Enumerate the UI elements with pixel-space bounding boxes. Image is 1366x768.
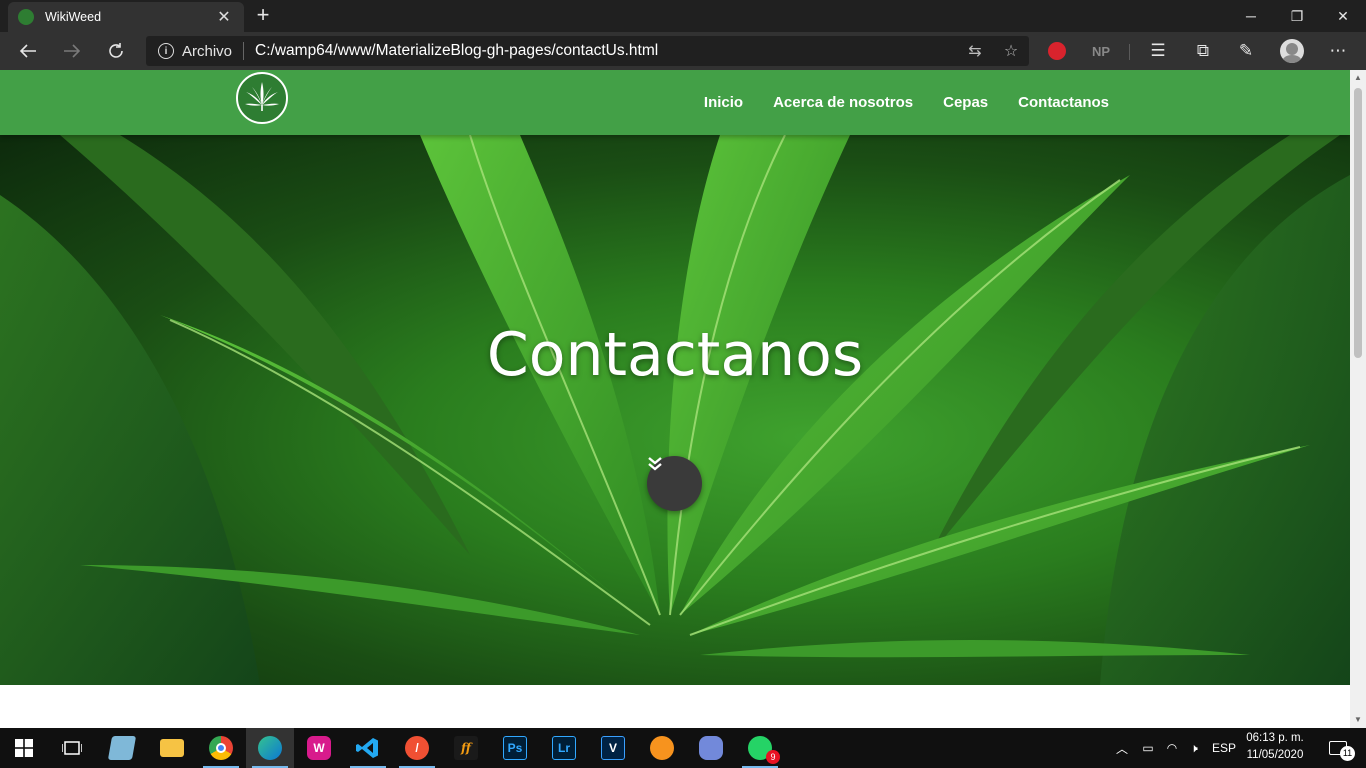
page-scrollbar[interactable]: ▲ ▼ bbox=[1350, 70, 1366, 728]
browser-toolbar: i Archivo C:/wamp64/www/MaterializeBlog-… bbox=[0, 32, 1366, 70]
window-close-button[interactable]: ✕ bbox=[1320, 0, 1366, 32]
fl-studio-icon[interactable] bbox=[638, 728, 686, 768]
chrome-icon[interactable] bbox=[197, 728, 245, 768]
wamp-icon[interactable]: W bbox=[295, 728, 343, 768]
minimize-button[interactable]: ─ bbox=[1228, 0, 1274, 32]
start-icon[interactable] bbox=[0, 728, 48, 768]
favorite-star-icon[interactable]: ☆ bbox=[993, 41, 1029, 61]
site-menu: Inicio Acerca de nosotros Cepas Contacta… bbox=[674, 70, 1109, 135]
scroll-down-button[interactable] bbox=[647, 456, 702, 511]
volume-muted-icon[interactable]: 🕨 bbox=[1184, 728, 1204, 768]
np-extension-icon[interactable]: NP bbox=[1086, 36, 1116, 66]
edge-icon[interactable] bbox=[246, 728, 294, 768]
whatsapp-badge: 9 bbox=[766, 750, 780, 764]
notifications-count: 11 bbox=[1340, 746, 1355, 761]
translate-icon[interactable]: ⇆ bbox=[957, 41, 993, 61]
refresh-icon[interactable] bbox=[101, 36, 131, 66]
browser-tab-active[interactable]: WikiWeed ✕ bbox=[8, 2, 244, 32]
restore-button[interactable]: ❐ bbox=[1274, 0, 1320, 32]
system-clock[interactable]: 06:13 p. m. 11/05/2020 bbox=[1240, 730, 1310, 764]
site-logo-icon[interactable] bbox=[236, 72, 288, 124]
wifi-icon[interactable]: ◠ bbox=[1162, 728, 1182, 768]
site-info-icon[interactable]: i bbox=[158, 43, 174, 59]
clock-time: 06:13 p. m. bbox=[1246, 732, 1304, 744]
new-tab-button[interactable]: + bbox=[252, 4, 274, 28]
photoshop-icon[interactable]: Ps bbox=[491, 728, 539, 768]
hero-banner: Contactanos bbox=[0, 135, 1350, 685]
whatsapp-icon[interactable]: 9 bbox=[736, 728, 784, 768]
file-explorer-icon[interactable] bbox=[148, 728, 196, 768]
tab-close-icon[interactable]: ✕ bbox=[214, 7, 234, 27]
hero-leaf-image bbox=[0, 135, 1350, 685]
windows-taskbar: W / ff Ps Lr V 9 ︿ ▭ ◠ 🕨 ESP 06:13 p. m.… bbox=[0, 728, 1366, 768]
adblock-extension-icon[interactable] bbox=[1042, 36, 1072, 66]
nav-link-cepas[interactable]: Cepas bbox=[943, 94, 988, 111]
nav-link-inicio[interactable]: Inicio bbox=[704, 94, 743, 111]
notifications-icon[interactable]: 11 bbox=[1318, 728, 1358, 768]
clock-date: 11/05/2020 bbox=[1246, 749, 1304, 761]
double-chevron-down-icon bbox=[648, 457, 662, 471]
profile-avatar[interactable] bbox=[1277, 36, 1307, 66]
address-bar[interactable]: i Archivo C:/wamp64/www/MaterializeBlog-… bbox=[146, 36, 1029, 66]
nav-link-contactanos[interactable]: Contactanos bbox=[1018, 94, 1109, 111]
hero-title: Contactanos bbox=[486, 320, 864, 390]
git-icon[interactable]: / bbox=[393, 728, 441, 768]
url-input[interactable]: C:/wamp64/www/MaterializeBlog-gh-pages/c… bbox=[255, 42, 957, 60]
back-arrow-icon[interactable] bbox=[13, 36, 43, 66]
task-view-icon[interactable] bbox=[48, 728, 96, 768]
toolbar-divider bbox=[1129, 44, 1130, 60]
web-page: Inicio Acerca de nosotros Cepas Contacta… bbox=[0, 70, 1350, 728]
vegas-icon[interactable]: V bbox=[589, 728, 637, 768]
scrollbar-thumb[interactable] bbox=[1354, 88, 1362, 358]
fontforge-icon[interactable]: ff bbox=[442, 728, 490, 768]
favorites-icon[interactable]: ☰ bbox=[1143, 36, 1173, 66]
language-indicator[interactable]: ESP bbox=[1210, 728, 1238, 768]
scroll-up-arrow-icon[interactable]: ▲ bbox=[1350, 70, 1366, 86]
vscode-icon[interactable] bbox=[344, 728, 392, 768]
site-navbar: Inicio Acerca de nosotros Cepas Contacta… bbox=[0, 70, 1350, 135]
discord-icon[interactable] bbox=[687, 728, 735, 768]
tray-expand-icon[interactable]: ︿ bbox=[1114, 728, 1130, 768]
forward-arrow-icon[interactable] bbox=[57, 36, 87, 66]
scheme-label: Archivo bbox=[182, 42, 233, 60]
more-menu-icon[interactable]: ⋯ bbox=[1323, 36, 1353, 66]
site-favicon-icon bbox=[18, 9, 34, 25]
feedback-icon[interactable]: ✎ bbox=[1231, 36, 1261, 66]
browser-tab-bar: WikiWeed ✕ + ─ ❐ ✕ bbox=[0, 0, 1366, 32]
scroll-down-arrow-icon[interactable]: ▼ bbox=[1350, 712, 1366, 728]
collections-icon[interactable]: ⧉ bbox=[1188, 36, 1218, 66]
nav-link-acerca[interactable]: Acerca de nosotros bbox=[773, 94, 913, 111]
file-manager-icon[interactable] bbox=[98, 728, 146, 768]
battery-icon[interactable]: ▭ bbox=[1138, 728, 1158, 768]
address-separator bbox=[243, 42, 245, 60]
tab-title: WikiWeed bbox=[45, 10, 102, 24]
lightroom-icon[interactable]: Lr bbox=[540, 728, 588, 768]
